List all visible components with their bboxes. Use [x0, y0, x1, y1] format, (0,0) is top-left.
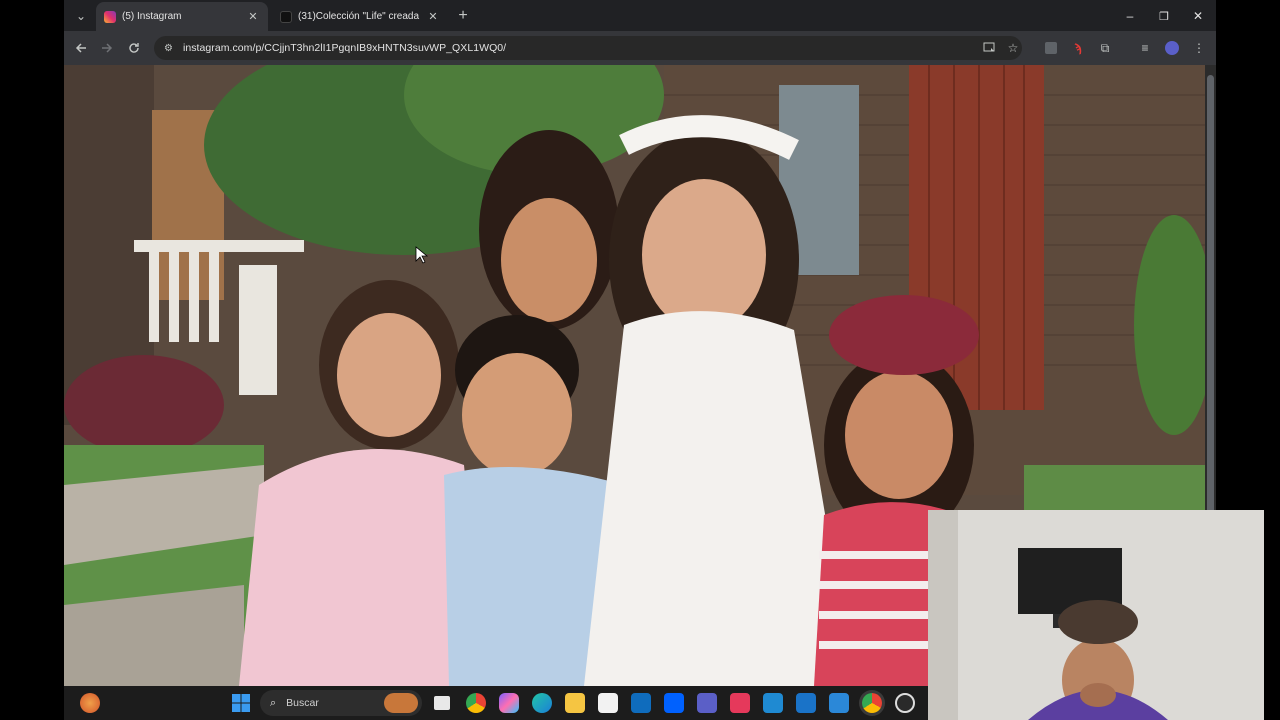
- reload-button[interactable]: [123, 37, 145, 59]
- widgets-icon[interactable]: [80, 693, 100, 713]
- extension-gray-icon[interactable]: [1042, 39, 1060, 57]
- chrome-icon[interactable]: [466, 693, 486, 713]
- close-window-button[interactable]: ✕: [1187, 5, 1209, 27]
- back-arrow-icon: [75, 43, 86, 53]
- menu-kebab-icon[interactable]: ⋮: [1190, 39, 1208, 57]
- forward-button[interactable]: [96, 37, 118, 59]
- instagram-icon: [104, 10, 116, 23]
- outlook-new-icon[interactable]: [796, 693, 816, 713]
- site-info-icon[interactable]: ⚙: [164, 43, 173, 54]
- edge-icon[interactable]: [532, 693, 552, 713]
- extension-red-icon[interactable]: ϡ: [1069, 39, 1087, 57]
- tab-strip: ⌄ (5) Instagram ✕ (31)Colección "Life" c…: [64, 0, 1216, 31]
- forward-arrow-icon: [102, 43, 113, 53]
- app2-icon[interactable]: [829, 693, 849, 713]
- address-bar[interactable]: ⚙ instagram.com/p/CCjjnT3hn2lI1PgqnIB9xH…: [154, 36, 1022, 60]
- bookmark-star-icon[interactable]: ☆: [1004, 39, 1022, 57]
- teams-icon[interactable]: [697, 693, 717, 713]
- fish-icon: [384, 693, 418, 713]
- search-icon: ⌕: [270, 696, 277, 709]
- windows-taskbar: ⌕ Buscar: [64, 686, 928, 720]
- minimize-button[interactable]: –: [1119, 5, 1141, 27]
- tab-search-icon[interactable]: ⌄: [70, 5, 92, 27]
- restore-button[interactable]: ❐: [1153, 5, 1175, 27]
- app-icon[interactable]: [730, 693, 750, 713]
- extensions-puzzle-icon[interactable]: ⧉: [1096, 39, 1114, 57]
- tab-title: (31)Colección "Life" creada por: [298, 11, 422, 22]
- webcam-overlay: [928, 510, 1264, 720]
- scrollbar-thumb[interactable]: [1207, 75, 1214, 515]
- store-icon[interactable]: [598, 693, 618, 713]
- chrome-active-icon[interactable]: [862, 693, 882, 713]
- url-text: instagram.com/p/CCjjnT3hn2lI1PgqnIB9xHNT…: [182, 42, 507, 54]
- tiktok-icon: [280, 10, 292, 23]
- tab-tiktok[interactable]: (31)Colección "Life" creada por ✕: [272, 2, 448, 31]
- start-icon[interactable]: [231, 693, 251, 713]
- profile-avatar[interactable]: [1163, 39, 1181, 57]
- webcam-illustration: [928, 510, 1264, 720]
- taskview-icon[interactable]: [434, 696, 450, 710]
- browser-toolbar: ⚙ instagram.com/p/CCjjnT3hn2lI1PgqnIB9xH…: [64, 31, 1216, 65]
- new-tab-button[interactable]: +: [453, 6, 473, 26]
- back-button[interactable]: [70, 37, 92, 59]
- copilot-icon[interactable]: [499, 693, 519, 713]
- install-app-icon[interactable]: [980, 39, 998, 57]
- vscode-icon[interactable]: [763, 693, 783, 713]
- outlook-icon[interactable]: [631, 693, 651, 713]
- obs-icon[interactable]: [895, 693, 915, 713]
- close-tab-icon[interactable]: ✕: [426, 10, 440, 24]
- taskbar-search-box[interactable]: ⌕ Buscar: [260, 690, 422, 716]
- media-control-icon[interactable]: ≡: [1136, 39, 1154, 57]
- reload-icon: [129, 43, 139, 53]
- search-placeholder: Buscar: [286, 697, 319, 709]
- tab-instagram[interactable]: (5) Instagram ✕: [96, 2, 268, 31]
- close-tab-icon[interactable]: ✕: [246, 10, 260, 24]
- dropbox-icon[interactable]: [664, 693, 684, 713]
- tab-title: (5) Instagram: [122, 11, 182, 22]
- explorer-icon[interactable]: [565, 693, 585, 713]
